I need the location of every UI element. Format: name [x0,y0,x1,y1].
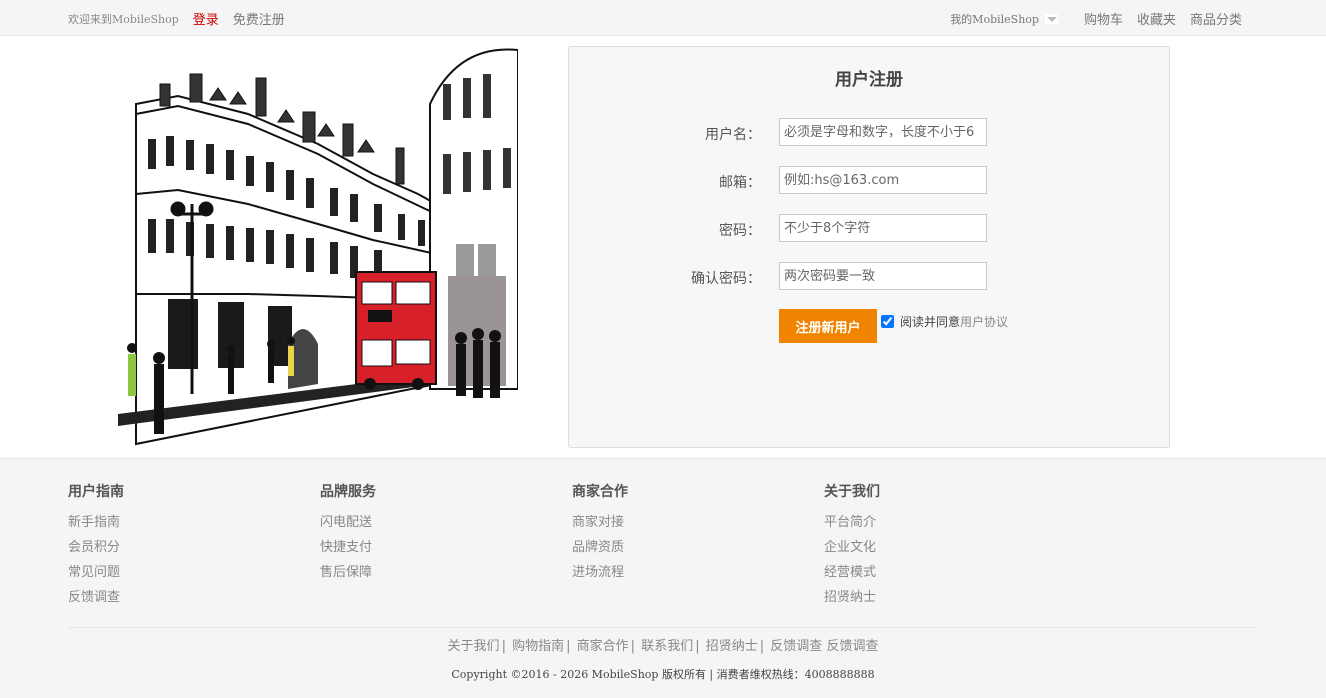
email-row: 邮箱： [569,166,1169,194]
bottom-link[interactable]: 联系我们 [641,639,693,654]
chevron-down-icon [1044,13,1058,24]
footer-link[interactable]: 会员积分 [68,538,308,557]
top-bar: 欢迎来到MobileShop 登录 免费注册 我的MobileShop 购物车 … [0,0,1326,36]
footer-link[interactable]: 经营模式 [824,563,1064,582]
page-title: 用户注册 [835,70,903,90]
username-field[interactable] [779,118,987,146]
password-field[interactable] [779,214,987,242]
agree-checkbox[interactable] [881,315,894,328]
my-shop-menu[interactable]: 我的MobileShop [950,11,1058,27]
email-field[interactable] [779,166,987,194]
footer-col-about: 关于我们 平台简介 企业文化 经营模式 招贤纳士 [824,481,1064,613]
street-illustration [118,44,518,446]
cart-link[interactable]: 购物车 [1084,9,1123,28]
footer-col-guide: 用户指南 新手指南 会员积分 常见问题 反馈调查 [68,481,308,613]
footer: 用户指南 新手指南 会员积分 常见问题 反馈调查 品牌服务 闪电配送 快捷支付 … [0,458,1326,698]
top-bar-right: 我的MobileShop 购物车 收藏夹 商品分类 [950,9,1242,29]
footer-link[interactable]: 商家对接 [572,513,812,532]
bottom-link[interactable]: 招贤纳士 [706,639,758,654]
login-link[interactable]: 登录 [193,9,219,28]
bottom-link[interactable]: 反馈调查 [770,639,822,654]
agree-text: 阅读并同意 [900,315,961,329]
footer-divider [68,627,1256,628]
confirm-password-field[interactable] [779,262,987,290]
favorites-link[interactable]: 收藏夹 [1137,9,1176,28]
free-register-link[interactable]: 免费注册 [233,9,285,28]
footer-col-title: 品牌服务 [320,484,376,500]
footer-col-title: 用户指南 [68,484,124,500]
bottom-link[interactable]: 商家合作 [577,639,629,654]
password-label: 密码： [719,223,761,239]
footer-col-title: 关于我们 [824,484,880,500]
footer-link[interactable]: 招贤纳士 [824,588,1064,607]
bottom-link[interactable]: 反馈调查 [826,639,878,654]
bottom-link[interactable]: 购物指南 [512,639,564,654]
footer-link[interactable]: 进场流程 [572,563,812,582]
footer-link[interactable]: 闪电配送 [320,513,560,532]
bottom-link[interactable]: 关于我们 [448,639,500,654]
user-agreement-link[interactable]: 用户协议 [960,313,1008,330]
footer-link[interactable]: 快捷支付 [320,538,560,557]
footer-col-title: 商家合作 [572,484,628,500]
footer-link[interactable]: 企业文化 [824,538,1064,557]
email-label: 邮箱： [719,175,761,191]
my-shop-label: 我的MobileShop [950,12,1039,26]
footer-link[interactable]: 常见问题 [68,563,308,582]
copyright: Copyright ©2016 - 2026 MobileShop 版权所有 |… [451,668,875,681]
footer-col-merchant: 商家合作 商家对接 品牌资质 进场流程 [572,481,812,588]
footer-link[interactable]: 新手指南 [68,513,308,532]
footer-link[interactable]: 反馈调查 [68,588,308,607]
agreement: 阅读并同意 用户协议 [881,313,1008,330]
password-row: 密码： [569,214,1169,242]
register-button[interactable]: 注册新用户 [779,309,877,343]
confirm-password-label: 确认密码： [691,271,761,287]
footer-bottom-links: 关于我们 | 购物指南 | 商家合作 | 联系我们 | 招贤纳士 | 反馈调查 反馈调查 [447,639,879,654]
bus-illustration [355,271,437,390]
categories-link[interactable]: 商品分类 [1190,9,1242,28]
username-label: 用户名： [705,127,761,143]
footer-link[interactable]: 品牌资质 [572,538,812,557]
confirm-password-row: 确认密码： [569,262,1169,290]
footer-link[interactable]: 售后保障 [320,563,560,582]
username-row: 用户名： [569,118,1169,146]
register-panel: 用户注册 用户名： 邮箱： 密码： 确认密码： 注册新用户 阅读并同意用户协议 [568,46,1170,448]
welcome-text: 欢迎来到MobileShop [68,12,179,26]
top-bar-left: 欢迎来到MobileShop 登录 免费注册 [68,9,285,29]
footer-col-brand: 品牌服务 闪电配送 快捷支付 售后保障 [320,481,560,588]
footer-link[interactable]: 平台简介 [824,513,1064,532]
